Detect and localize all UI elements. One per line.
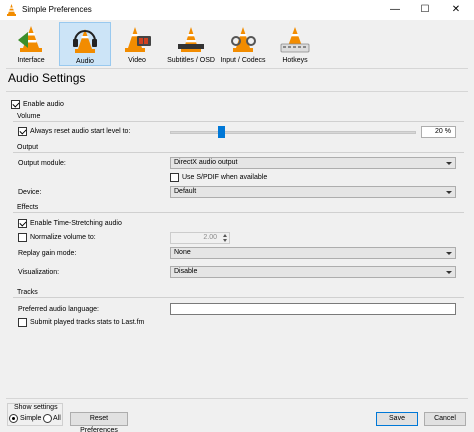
reset-preferences-button[interactable]: Reset Preferences [70,412,128,432]
tab-video[interactable]: Video [112,22,162,66]
tab-subtitles-osd-label: Subtitles / OSD [167,57,215,64]
close-button[interactable]: ✕ [442,0,470,20]
normalize-label: Normalize volume to: [30,234,96,241]
spin-up-icon [223,234,227,237]
normalize-value: 2.00 [203,234,217,241]
tab-hotkeys[interactable]: Hotkeys [270,22,320,66]
output-group-title: Output [17,144,39,151]
codecs-cone-icon [231,27,256,52]
tab-audio-label: Audio [76,58,94,65]
volume-slider-track[interactable] [170,131,416,134]
replay-gain-select[interactable]: None [170,247,456,259]
volume-group-title: Volume [17,113,41,120]
effects-group-line [13,212,464,213]
toolbar-divider [6,68,468,69]
title-divider [6,91,468,92]
lastfm-label: Submit played tracks stats to Last.fm [30,319,145,326]
footer-divider [6,398,468,399]
normalize-checkbox[interactable] [18,233,27,242]
vlc-cone-icon [7,4,16,16]
headphones-cone-icon [73,29,97,53]
tracks-group-line [13,297,464,298]
chevron-down-icon [446,252,452,255]
title-bar: Simple Preferences — ☐ ✕ [0,0,474,20]
chevron-down-icon [446,162,452,165]
device-value: Default [174,188,197,195]
device-label: Device: [18,189,42,196]
spin-down-icon [223,239,227,242]
output-module-select[interactable]: DirectX audio output [170,157,456,169]
tab-subtitles-osd[interactable]: Subtitles / OSD [163,22,219,66]
effects-group-title: Effects [17,204,39,211]
tab-audio[interactable]: Audio [59,22,111,66]
chevron-down-icon [446,191,452,194]
hotkeys-cone-icon [280,27,310,53]
all-label: All [53,415,61,422]
show-settings-title: Show settings [14,404,58,411]
tab-input-codecs[interactable]: Input / Codecs [219,22,267,66]
visualization-value: Disable [174,268,198,275]
chevron-down-icon [446,271,452,274]
category-toolbar: Interface Audio Video Subtitles / OSD In… [0,20,474,68]
cone-interface-icon [18,26,42,52]
preferred-language-input[interactable] [170,303,456,315]
tab-interface-label: Interface [17,57,45,64]
visualization-select[interactable]: Disable [170,266,456,278]
spdif-label: Use S/PDIF when available [182,174,268,181]
maximize-button[interactable]: ☐ [411,0,439,20]
normalize-spinbox[interactable]: 2.00 [170,232,230,244]
page-title: Audio Settings [8,71,86,85]
visualization-label: Visualization: [18,269,60,276]
replay-gain-value: None [174,249,191,256]
simple-label: Simple [20,415,42,422]
lastfm-checkbox[interactable] [18,318,27,327]
tab-interface[interactable]: Interface [6,22,56,66]
window-title: Simple Preferences [22,5,92,14]
output-module-label: Output module: [18,160,66,167]
output-module-value: DirectX audio output [174,159,238,166]
tab-input-codecs-label: Input / Codecs [220,57,266,64]
device-select[interactable]: Default [170,186,456,198]
cancel-button[interactable]: Cancel [424,412,466,426]
spdif-checkbox[interactable] [170,173,179,182]
time-stretch-label: Enable Time-Stretching audio [30,220,122,227]
tab-video-label: Video [128,57,146,64]
replay-gain-label: Replay gain mode: [18,250,77,257]
preferred-language-label: Preferred audio language: [18,306,99,313]
minimize-button[interactable]: — [381,0,409,20]
time-stretch-checkbox[interactable] [18,219,27,228]
output-group-line [13,152,464,153]
reset-level-label: Always reset audio start level to: [30,128,131,135]
reset-level-checkbox[interactable] [18,127,27,136]
simple-radio[interactable] [9,414,18,423]
enable-audio-label: Enable audio [23,101,64,108]
all-radio[interactable] [43,414,52,423]
volume-group-line [13,121,464,122]
tracks-group-title: Tracks [17,289,38,296]
enable-audio-checkbox[interactable] [11,100,20,109]
volume-level-spinbox[interactable]: 20 % [421,126,456,138]
volume-slider-thumb[interactable] [218,126,225,138]
subtitles-cone-icon [178,27,204,52]
volume-level-value: 20 % [435,128,451,135]
save-button[interactable]: Save [376,412,418,426]
preferred-language-value [171,305,174,312]
tab-hotkeys-label: Hotkeys [282,57,308,64]
film-cone-icon [125,27,151,52]
